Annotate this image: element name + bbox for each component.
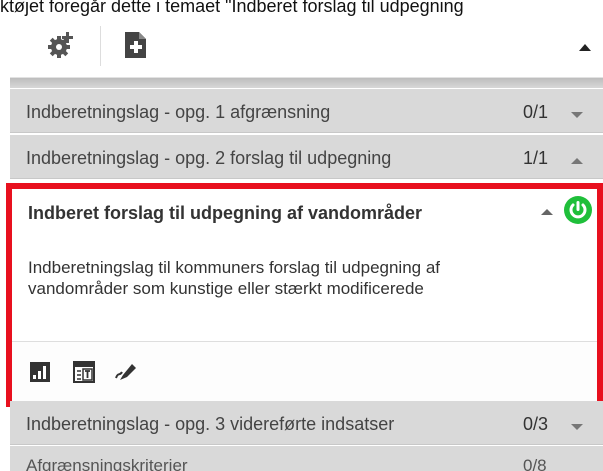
- power-toggle-icon[interactable]: [563, 195, 593, 225]
- chevron-up-icon[interactable]: [540, 205, 554, 217]
- layer-label: Indberetningslag - opg. 2 forslag til ud…: [26, 148, 392, 168]
- active-layer-description: Indberetningslag til kommuners forslag t…: [28, 258, 441, 298]
- chevron-down-icon[interactable]: [570, 417, 584, 430]
- layer-count: 0/8: [523, 456, 547, 471]
- bar-chart-icon[interactable]: [28, 360, 52, 384]
- toolbar-separator: [100, 26, 101, 66]
- layer-label: Indberetningslag - opg. 1 afgrænsning: [26, 102, 331, 122]
- active-layer-title: Indberet forslag til udpegning af vandom…: [28, 203, 423, 223]
- layer-row-opg1[interactable]: Indberetningslag - opg. 1 afgrænsning 0/…: [10, 89, 603, 133]
- layer-label: Indberetningslag - opg. 3 videreførte in…: [26, 414, 395, 434]
- new-document-icon[interactable]: [120, 30, 150, 60]
- layer-row-opg2[interactable]: Indberetningslag - opg. 2 forslag til ud…: [10, 135, 603, 179]
- attribute-table-icon[interactable]: [72, 360, 96, 384]
- gear-plus-icon[interactable]: [46, 30, 76, 60]
- toolbar-shadow: [10, 78, 603, 88]
- layer-label: Afgrænsningskriterier: [26, 456, 188, 471]
- layer-toolbar: [10, 18, 603, 78]
- layer-row-criteria[interactable]: Afgrænsningskriterier 0/8: [10, 446, 603, 471]
- chevron-down-icon[interactable]: [570, 105, 584, 118]
- chevron-up-icon[interactable]: [570, 151, 584, 164]
- caption-text: ktøjet foregår dette i temaet "Indberet …: [0, 0, 464, 16]
- layer-tools-bar: [12, 341, 597, 401]
- layer-row-opg3[interactable]: Indberetningslag - opg. 3 videreførte in…: [10, 401, 603, 445]
- edit-pencil-icon[interactable]: [114, 360, 138, 384]
- layer-count: 0/3: [523, 414, 549, 434]
- chevron-up-icon[interactable]: [575, 38, 595, 58]
- layer-count: 0/1: [523, 102, 549, 122]
- active-layer-card: Indberet forslag til udpegning af vandom…: [6, 183, 603, 407]
- layer-count: 1/1: [523, 148, 549, 168]
